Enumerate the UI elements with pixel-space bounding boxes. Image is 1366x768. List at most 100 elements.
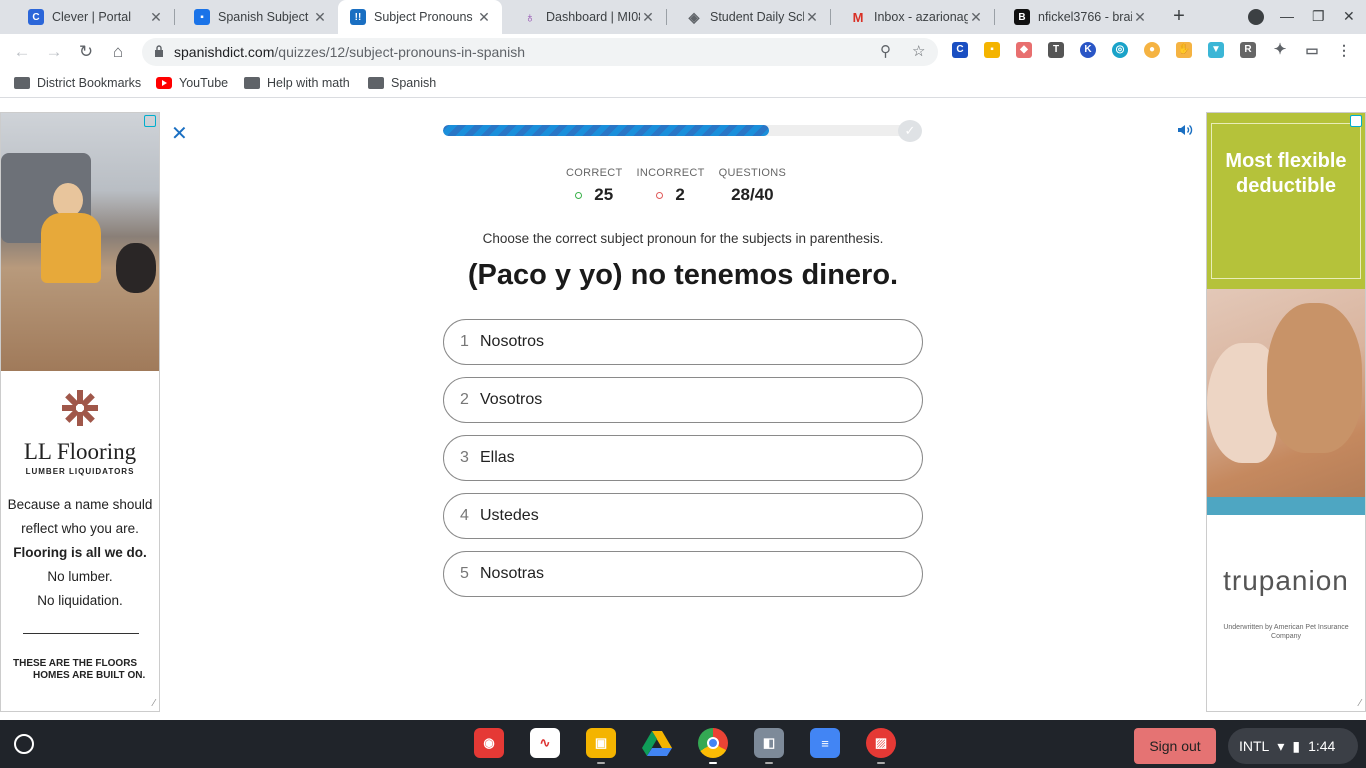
close-tab-icon[interactable]: ✕	[968, 9, 984, 26]
app-drive-icon[interactable]	[642, 728, 672, 758]
extension-c-icon[interactable]: C	[952, 42, 968, 58]
bookmark-help-math[interactable]: Help with math	[244, 76, 350, 90]
ad-trupanion[interactable]: Most flexible deductible trupanion Under…	[1206, 112, 1366, 712]
answer-option-4[interactable]: 4 Ustedes	[443, 493, 923, 539]
restore-icon[interactable]: ❐	[1312, 8, 1325, 25]
sound-icon[interactable]	[1176, 121, 1194, 139]
tab-strip: C Clever | Portal ✕ ▪ Spanish Subject P …	[0, 0, 1366, 34]
status-tray[interactable]: INTL ▾ ▮ 1:44	[1228, 728, 1358, 764]
close-tab-icon[interactable]: ✕	[476, 9, 492, 26]
app-gallery-icon[interactable]: ▨	[866, 728, 896, 764]
browser-tab-brainly[interactable]: B nfickel3766 - brain ✕	[994, 0, 1158, 34]
app-files-icon[interactable]: ◧	[754, 728, 784, 764]
bookmark-district[interactable]: District Bookmarks	[14, 76, 141, 90]
bookmark-label: YouTube	[179, 76, 229, 90]
app-docs-icon[interactable]: ≡	[810, 728, 840, 758]
close-tab-icon[interactable]: ✕	[804, 9, 820, 26]
extension-chat-icon[interactable]: ▼	[1208, 42, 1224, 58]
extension-coin-icon[interactable]: ●	[1144, 42, 1160, 58]
close-quiz-icon[interactable]: ✕	[171, 121, 188, 146]
tab-title: Spanish Subject P	[218, 10, 312, 24]
bookmark-youtube[interactable]: YouTube	[156, 76, 228, 90]
extension-thumb-icon[interactable]: ✋	[1176, 42, 1192, 58]
new-tab-icon[interactable]: +	[1168, 5, 1190, 27]
browser-tab-subject-pronouns[interactable]: !! Subject Pronouns ✕	[338, 0, 502, 34]
stat-value: 2	[675, 185, 685, 204]
url-text: spanishdict.com/quizzes/12/subject-prono…	[174, 44, 525, 60]
launcher-icon[interactable]	[14, 734, 34, 754]
extension-classroom-icon[interactable]: ▪	[984, 42, 1000, 58]
sign-out-button[interactable]: Sign out	[1134, 728, 1216, 764]
bookmark-label: Spanish	[391, 76, 437, 90]
stat-correct: CORRECT 25	[566, 167, 623, 205]
ad-tagline: THESE ARE THE FLOORS HOMES ARE BUILT ON.	[13, 658, 146, 681]
browser-tab-clever[interactable]: C Clever | Portal ✕	[8, 0, 174, 34]
close-tab-icon[interactable]: ✕	[148, 9, 164, 26]
ad-info-icon[interactable]	[144, 115, 156, 127]
extension-k-icon[interactable]: K	[1080, 42, 1096, 58]
ad-brand-name: LL Flooring	[23, 439, 137, 464]
ad-info-icon[interactable]	[1350, 115, 1362, 127]
extensions-puzzle-icon[interactable]: ✦	[1272, 42, 1288, 58]
brainly-icon: B	[1014, 9, 1030, 25]
browser-tab-inbox[interactable]: M Inbox - azarionagr ✕	[830, 0, 994, 34]
extension-share-icon[interactable]: ◆	[1016, 42, 1032, 58]
ad-photo	[1, 113, 159, 371]
answer-option-5[interactable]: 5 Nosotras	[443, 551, 923, 597]
link-icon: ◈	[688, 8, 700, 25]
browser-tab-spanish-subject[interactable]: ▪ Spanish Subject P ✕	[174, 0, 338, 34]
bookmark-spanish[interactable]: Spanish	[368, 76, 436, 90]
lock-icon	[155, 45, 163, 57]
stat-label: INCORRECT	[636, 167, 705, 179]
classroom-icon: ▪	[194, 9, 210, 25]
option-label: Ustedes	[480, 507, 539, 524]
home-icon[interactable]: ⌂	[106, 40, 130, 64]
option-label: Ellas	[480, 449, 515, 466]
close-tab-icon[interactable]: ✕	[312, 9, 328, 26]
forward-icon[interactable]: →	[42, 40, 66, 64]
trupanion-logo: trupanion	[1223, 565, 1349, 596]
close-tab-icon[interactable]: ✕	[640, 9, 656, 26]
stat-questions: QUESTIONS 28/40	[719, 167, 787, 205]
extension-r-icon[interactable]: R	[1240, 42, 1256, 58]
adchoices-icon[interactable]: ⁄	[153, 698, 155, 709]
minimize-icon[interactable]: —	[1280, 8, 1294, 24]
address-bar[interactable]: spanishdict.com/quizzes/12/subject-prono…	[142, 38, 938, 66]
reload-icon[interactable]: ↻	[74, 40, 98, 64]
quiz-progress-bar	[443, 125, 909, 136]
adchoices-icon[interactable]: ⁄	[1359, 698, 1361, 709]
app-graph-icon[interactable]: ∿	[530, 728, 560, 758]
extension-shield-icon[interactable]: ◎	[1112, 42, 1128, 58]
answer-option-1[interactable]: 1 Nosotros	[443, 319, 923, 365]
quiz-stats: CORRECT 25 INCORRECT 2 QUESTIONS 28/40	[566, 167, 786, 205]
app-chrome-icon[interactable]	[698, 728, 728, 764]
ad-headline: Most flexible deductible	[1225, 150, 1347, 197]
cast-icon[interactable]: ▭	[1304, 42, 1320, 58]
location-icon[interactable]: ⚲	[880, 42, 891, 60]
stat-label: CORRECT	[566, 167, 623, 179]
option-label: Nosotros	[480, 333, 545, 350]
bookmark-label: District Bookmarks	[37, 76, 142, 90]
close-window-icon[interactable]: ✕	[1343, 8, 1355, 25]
menu-kebab-icon[interactable]: ⋮	[1336, 42, 1352, 58]
ad-ll-flooring[interactable]: LL Flooring LUMBER LIQUIDATORS Because a…	[0, 112, 160, 712]
close-tab-icon[interactable]: ✕	[1132, 9, 1148, 26]
stat-incorrect: INCORRECT 2	[637, 167, 705, 205]
extension-t-icon[interactable]: T	[1048, 42, 1064, 58]
ime-indicator: INTL	[1239, 738, 1270, 754]
answer-option-2[interactable]: 2 Vosotros	[443, 377, 923, 423]
star-icon[interactable]: ☆	[912, 42, 925, 60]
answer-option-3[interactable]: 3 Ellas	[443, 435, 923, 481]
browser-tab-student-schedule[interactable]: ◈ Student Daily Sche ✕	[666, 0, 830, 34]
ad-fine-print: Underwritten by American Pet Insurance C…	[1223, 624, 1349, 640]
browser-tab-dashboard[interactable]: ♁ Dashboard | MI08 ✕	[502, 0, 666, 34]
os-shelf: ◉ ∿ ▣ ◧ ≡ ▨ Sign out INTL ▾ ▮ 1:44	[0, 720, 1366, 768]
ad-copy: Because a name should reflect who you ar…	[7, 497, 153, 608]
option-label: Vosotros	[480, 391, 543, 408]
back-icon[interactable]: ←	[10, 40, 34, 64]
app-pdf-icon[interactable]: ◉	[474, 728, 504, 758]
tab-search-icon[interactable]	[1248, 9, 1264, 25]
folder-icon	[368, 77, 384, 89]
app-classroom-icon[interactable]: ▣	[586, 728, 616, 764]
tab-title: Dashboard | MI08	[546, 10, 640, 24]
